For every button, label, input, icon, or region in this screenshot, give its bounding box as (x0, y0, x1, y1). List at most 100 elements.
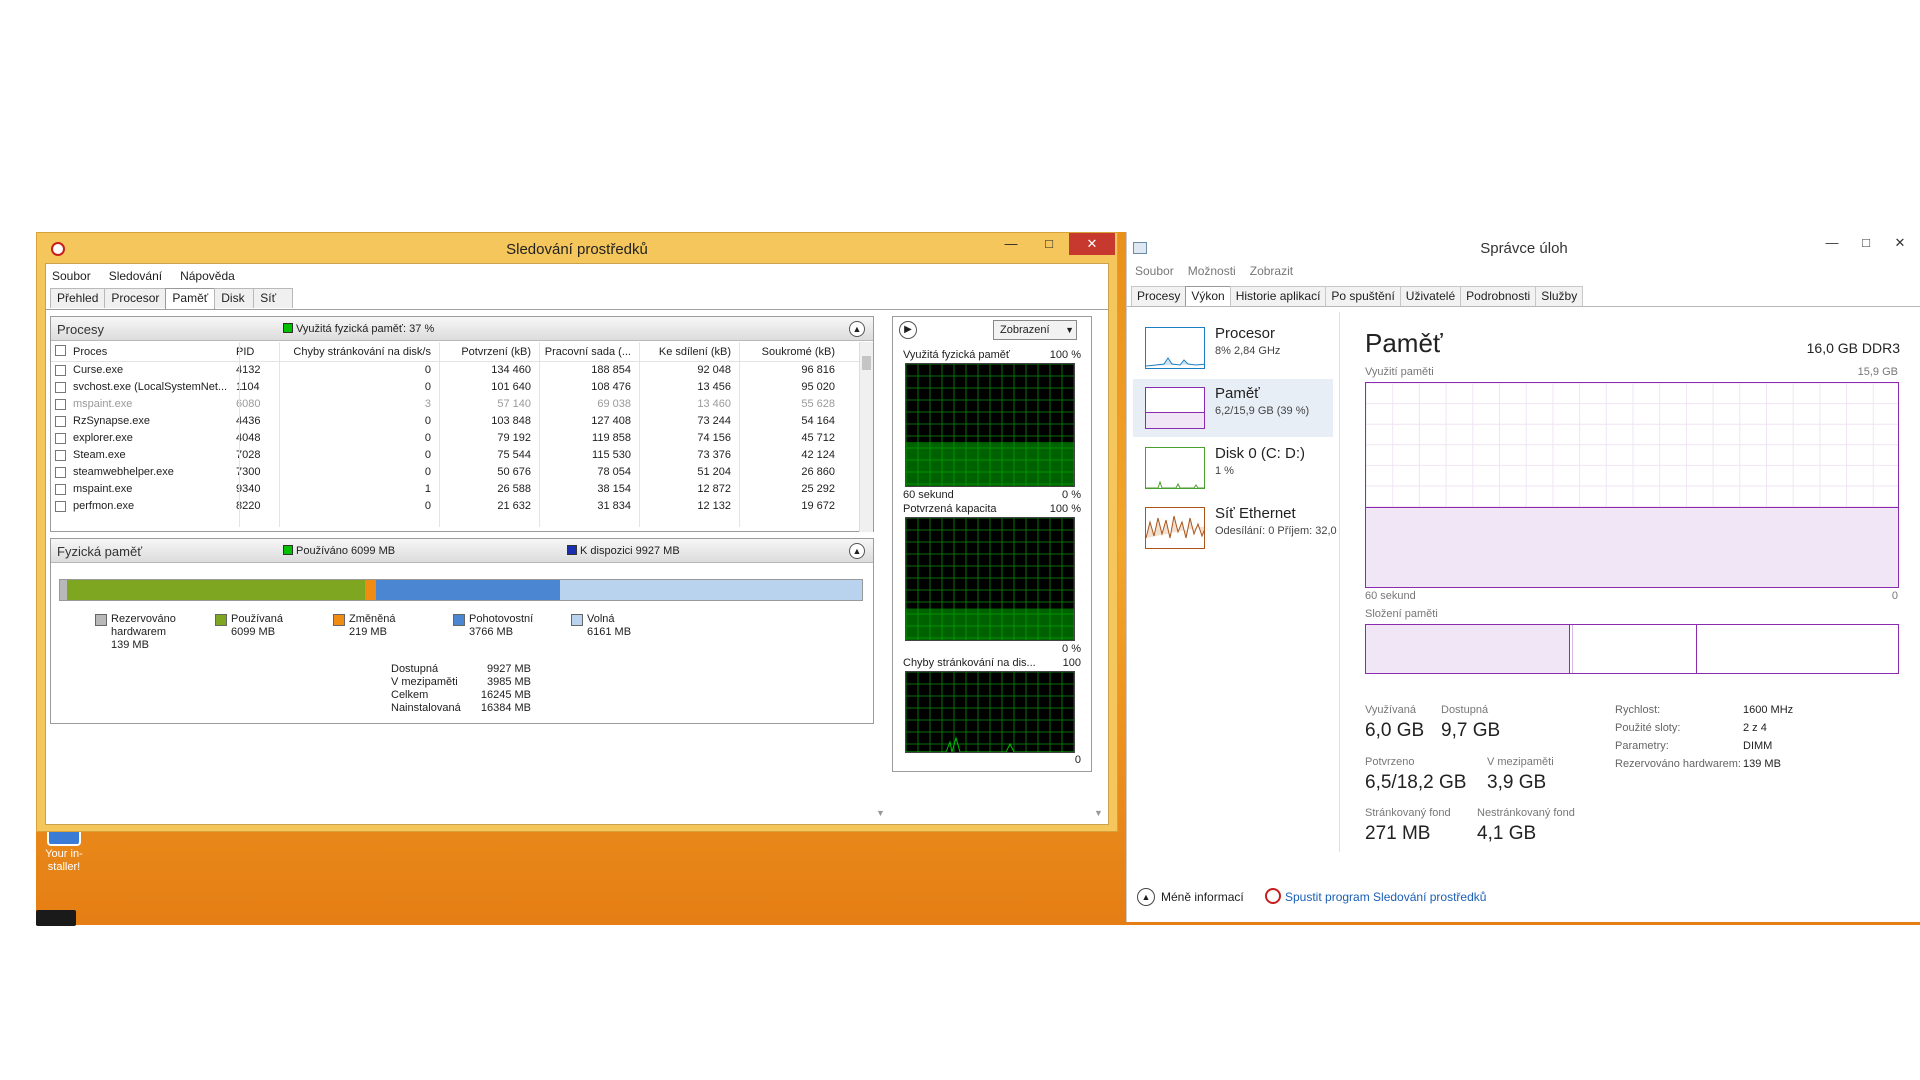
table-row[interactable]: Steam.exe 7028 0 75 544 115 530 73 376 42 124 (51, 447, 865, 464)
tab-cpu[interactable]: Procesor (104, 288, 167, 308)
memory-usage-fill (1366, 506, 1898, 587)
table-row[interactable]: steamwebhelper.exe 7300 0 50 676 78 054 51 20… (51, 464, 865, 481)
select-all-checkbox[interactable] (55, 345, 66, 356)
menu-monitor[interactable]: Sledování (109, 266, 162, 286)
table-row[interactable]: perfmon.exe 8220 0 21 632 31 834 12 132 19 672 (51, 498, 865, 515)
row-checkbox[interactable] (55, 399, 66, 410)
process-commit: 26 588 (497, 483, 531, 495)
close-button[interactable]: ✕ (1885, 234, 1915, 254)
close-button[interactable]: ✕ (1069, 233, 1115, 255)
process-shareable: 74 156 (697, 432, 731, 444)
totals-value: 9927 MB (486, 663, 531, 675)
expand-right-icon[interactable]: ▶ (899, 321, 917, 339)
collapse-up-icon[interactable]: ▲ (849, 321, 865, 337)
tab-overview[interactable]: Přehled (50, 288, 106, 308)
process-shareable: 73 244 (697, 415, 731, 427)
tab-memory[interactable]: Paměť (165, 288, 216, 309)
view-dropdown[interactable]: Zobrazení ▼ (993, 320, 1077, 340)
memory-bar-segment (66, 580, 366, 600)
process-name: Curse.exe (73, 364, 124, 376)
menu-help[interactable]: Nápověda (180, 266, 235, 286)
minimize-button[interactable]: — (1817, 234, 1847, 254)
resource-monitor-window: Sledování prostředků — □ ✕ Soubor Sledov… (36, 232, 1118, 832)
col-pid[interactable]: PID (236, 342, 276, 362)
col-commit[interactable]: Potvrzení (kB) (441, 342, 531, 362)
process-name: Steam.exe (73, 449, 126, 461)
tab-startup[interactable]: Po spuštění (1325, 286, 1401, 306)
desktop-shortcut-2[interactable] (36, 910, 76, 926)
processes-header[interactable]: Procesy Využitá fyzická paměť: 37 % ▲ (51, 317, 873, 341)
collapse-up-icon[interactable]: ▲ (849, 543, 865, 559)
chevron-up-icon[interactable]: ▲ (1137, 888, 1155, 906)
col-private[interactable]: Soukromé (kB) (741, 342, 835, 362)
sidebar-item-disk[interactable]: Disk 0 (C: D:) 1 % (1133, 439, 1333, 497)
maximize-button[interactable]: □ (1027, 233, 1071, 255)
sidebar-item-network[interactable]: Síť Ethernet Odesílání: 0 Příjem: 32,0 (1133, 499, 1337, 557)
col-faults[interactable]: Chyby stránkování na disk/s (281, 342, 431, 362)
col-divider (279, 342, 280, 527)
menu-view[interactable]: Zobrazit (1250, 264, 1293, 278)
memory-thumbnail (1145, 387, 1205, 429)
processes-scrollbar[interactable] (859, 342, 873, 532)
row-checkbox[interactable] (55, 365, 66, 376)
tab-disk[interactable]: Disk (214, 288, 255, 308)
row-checkbox[interactable] (55, 382, 66, 393)
table-row[interactable]: RzSynapse.exe 4436 0 103 848 127 408 73 244 54… (51, 413, 865, 430)
main-scrollbar[interactable]: ▼ (874, 316, 888, 820)
col-process[interactable]: Proces (73, 342, 233, 362)
row-checkbox[interactable] (55, 467, 66, 478)
totals-value: 3985 MB (486, 676, 531, 688)
table-row[interactable]: explorer.exe 4048 0 79 192 119 858 74 156 45 7… (51, 430, 865, 447)
physical-memory-header[interactable]: Fyzická paměť Používáno 6099 MB K dispoz… (51, 539, 873, 563)
tab-services[interactable]: Služby (1535, 286, 1584, 306)
tab-users[interactable]: Uživatelé (1399, 286, 1462, 306)
table-row[interactable]: svchost.exe (LocalSystemNet... 1104 0 101 6… (51, 379, 865, 396)
process-pid: 8220 (236, 500, 261, 512)
processes-table: Proces PID Chyby stránkování na disk/s P… (51, 342, 865, 521)
table-row[interactable]: mspaint.exe 6080 3 57 140 69 038 13 460 55 628 (51, 396, 865, 413)
cpu-sparkline (1146, 357, 1204, 367)
tab-details[interactable]: Podrobnosti (1460, 286, 1537, 306)
graph1-time: 60 sekund (903, 489, 954, 501)
view-dropdown-label: Zobrazení (1000, 324, 1050, 336)
memory-bar-segment (560, 580, 862, 600)
scroll-thumb[interactable] (862, 356, 871, 370)
process-faults: 1 (424, 483, 431, 495)
maximize-button[interactable]: □ (1851, 234, 1881, 254)
menu-file[interactable]: Soubor (52, 266, 91, 286)
table-row[interactable]: Curse.exe 4132 0 134 460 188 854 92 048 96 816 (51, 362, 865, 379)
menu-options[interactable]: Možnosti (1188, 264, 1236, 278)
menu-file[interactable]: Soubor (1135, 264, 1174, 278)
graph-hard-faults (905, 671, 1075, 753)
usage-max: 15,9 GB (1857, 366, 1898, 378)
taskmgr-titlebar[interactable]: Správce úloh — □ ✕ (1127, 232, 1920, 262)
less-info-link[interactable]: Méně informací (1161, 890, 1244, 904)
totals-value: 16384 MB (480, 702, 531, 714)
tab-app-history[interactable]: Historie aplikací (1229, 286, 1327, 306)
scroll-down-icon[interactable]: ▼ (1094, 808, 1103, 818)
tab-performance[interactable]: Výkon (1185, 286, 1231, 306)
spec-label: Rezervováno hardwarem: (1615, 758, 1741, 770)
graph-scrollbar[interactable]: ▼ (1092, 316, 1106, 820)
process-name: RzSynapse.exe (73, 415, 151, 427)
row-checkbox[interactable] (55, 433, 66, 444)
col-shareable[interactable]: Ke sdílení (kB) (639, 342, 731, 362)
graph-pane: ▶ Zobrazení ▼ Využitá fyzická paměť 100 … (892, 316, 1092, 772)
row-checkbox[interactable] (55, 416, 66, 427)
spec-label: Použité sloty: (1615, 722, 1681, 734)
row-checkbox[interactable] (55, 501, 66, 512)
process-faults: 0 (424, 364, 431, 376)
open-resource-monitor-link[interactable]: Spustit program Sledování prostředků (1285, 890, 1486, 904)
tab-processes[interactable]: Procesy (1131, 286, 1187, 306)
table-row[interactable]: mspaint.exe 9340 1 26 588 38 154 12 872 25 292 (51, 481, 865, 498)
scroll-down-icon[interactable]: ▼ (876, 808, 885, 818)
row-checkbox[interactable] (55, 484, 66, 495)
resmon-titlebar[interactable]: Sledování prostředků — □ ✕ (37, 233, 1117, 263)
process-shareable: 73 376 (697, 449, 731, 461)
sidebar-item-memory[interactable]: Paměť 6,2/15,9 GB (39 %) (1133, 379, 1333, 437)
tab-network[interactable]: Síť (253, 288, 294, 308)
sidebar-item-cpu[interactable]: Procesor 8% 2,84 GHz (1133, 319, 1333, 377)
row-checkbox[interactable] (55, 450, 66, 461)
process-commit: 79 192 (497, 432, 531, 444)
col-working-set[interactable]: Pracovní sada (... (541, 342, 631, 362)
